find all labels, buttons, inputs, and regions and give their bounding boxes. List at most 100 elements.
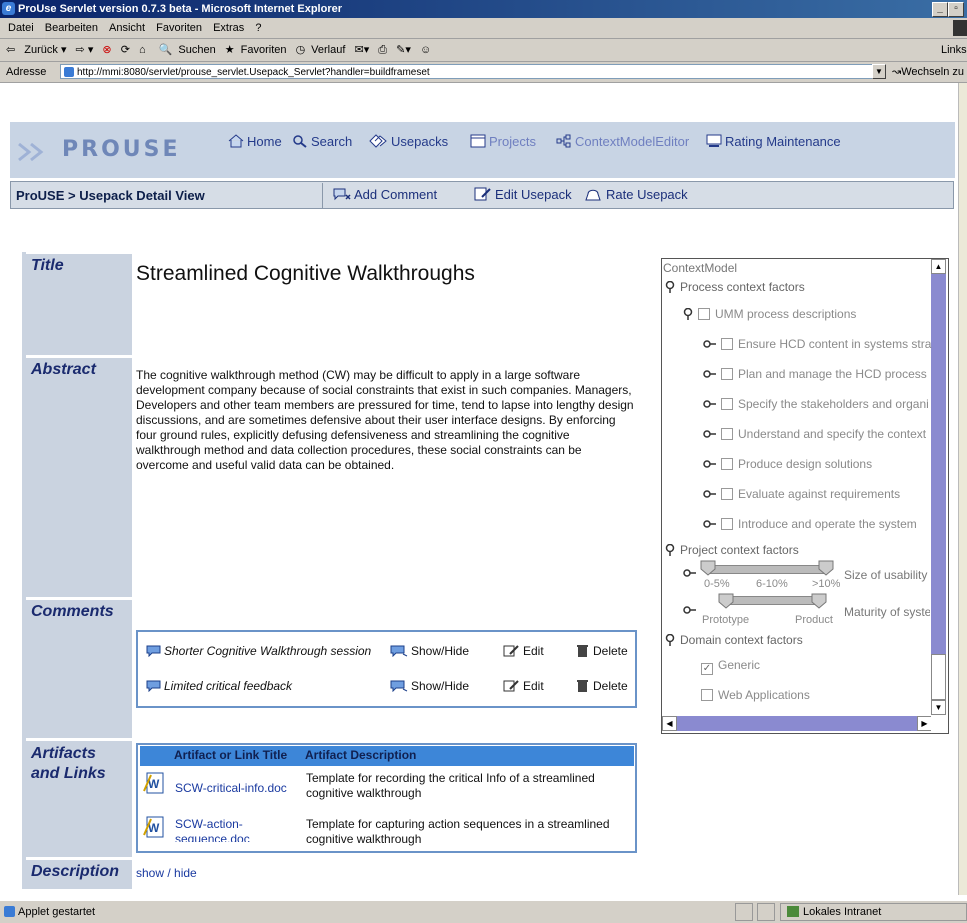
comment-show-hide-button[interactable]: Show/Hide — [390, 644, 469, 658]
size-tick: 6-10% — [756, 578, 788, 590]
app-logo[interactable]: PROUSE — [62, 137, 181, 162]
scroll-thumb[interactable] — [931, 654, 946, 700]
tree-leaf[interactable]: Introduce and operate the system — [703, 517, 917, 531]
tree-leaf[interactable]: Specify the stakeholders and organi — [703, 397, 929, 411]
nav-projects[interactable]: Projects — [470, 134, 536, 149]
nav-search[interactable]: Search — [292, 134, 352, 149]
checkbox[interactable] — [721, 338, 733, 350]
checkbox[interactable] — [698, 308, 710, 320]
history-label: Verlauf — [311, 44, 346, 56]
nav-rating-maintenance[interactable]: Rating Maintenance — [706, 134, 841, 149]
comment-title[interactable]: Shorter Cognitive Walkthrough session — [146, 644, 371, 658]
stop-icon[interactable]: ⊗ — [102, 44, 111, 56]
messenger-icon[interactable]: ☺ — [420, 44, 431, 56]
slider-thumb-left[interactable] — [700, 560, 716, 576]
rate-usepack-label: Rate Usepack — [606, 187, 688, 202]
print-icon[interactable]: ⎙ — [378, 44, 387, 56]
tree-node-process[interactable]: Process context factors — [665, 280, 805, 294]
tree-leaf[interactable]: Understand and specify the context — [703, 427, 926, 441]
tree-leaf-web-applications[interactable]: Web Applications — [701, 688, 810, 702]
comment-delete-button[interactable]: Delete — [575, 679, 628, 693]
word-document-icon: W — [143, 772, 164, 794]
artifact-link[interactable]: SCW-critical-info.doc — [175, 781, 287, 796]
refresh-icon[interactable]: ⟳ — [121, 44, 130, 56]
checkbox[interactable] — [701, 689, 713, 701]
comment-title-text: Shorter Cognitive Walkthrough session — [164, 644, 372, 658]
edit-icon[interactable]: ✎▾ — [396, 44, 411, 56]
scroll-left-button[interactable]: ◀ — [662, 716, 677, 731]
slider-thumb-left[interactable] — [718, 593, 734, 609]
search-button[interactable]: 🔍 Suchen — [159, 44, 216, 56]
menu-bearbeiten[interactable]: Bearbeiten — [45, 22, 98, 34]
column-header-title: Artifact or Link Title — [174, 748, 288, 762]
comment-edit-button[interactable]: Edit — [503, 679, 544, 693]
comment-show-hide-button[interactable]: Show/Hide — [390, 679, 469, 693]
nav-home[interactable]: Home — [228, 134, 282, 149]
show-hide-icon — [390, 680, 408, 692]
size-tick: >10% — [812, 578, 841, 590]
tree-node-project[interactable]: Project context factors — [665, 543, 799, 557]
edit-usepack-button[interactable]: Edit Usepack — [474, 187, 572, 202]
rate-usepack-icon — [585, 189, 601, 201]
checkbox[interactable] — [721, 428, 733, 440]
scroll-right-button[interactable]: ▶ — [917, 716, 932, 731]
mail-icon[interactable]: ✉▾ — [354, 44, 369, 56]
menu-ansicht[interactable]: Ansicht — [109, 22, 145, 34]
checkbox[interactable] — [721, 458, 733, 470]
tree-leaf[interactable]: Produce design solutions — [703, 457, 872, 471]
pin-icon — [665, 634, 675, 646]
links-label[interactable]: Links — [941, 39, 967, 61]
menu-datei[interactable]: Datei — [8, 22, 34, 34]
minimize-button[interactable]: _ — [932, 2, 948, 17]
checkbox[interactable] — [721, 518, 733, 530]
checkbox[interactable] — [721, 488, 733, 500]
menu-help[interactable]: ? — [255, 22, 261, 34]
checkbox[interactable] — [721, 398, 733, 410]
history-button[interactable]: ◷ Verlauf — [296, 44, 346, 56]
favorites-button[interactable]: ★ Favoriten — [225, 44, 287, 56]
maximize-button[interactable]: ▫ — [948, 2, 964, 17]
menu-favoriten[interactable]: Favoriten — [156, 22, 202, 34]
nav-context-model-editor[interactable]: ContextModelEditor — [556, 134, 689, 149]
comment-title[interactable]: Limited critical feedback — [146, 679, 292, 693]
scroll-down-button[interactable]: ▼ — [931, 700, 946, 715]
go-button[interactable]: ↝Wechseln zu — [892, 62, 964, 82]
comment-delete-button[interactable]: Delete — [575, 644, 628, 658]
checkbox-checked[interactable]: ✓ — [701, 663, 713, 675]
artifact-link[interactable]: SCW-action- sequence.doc — [175, 817, 250, 842]
nav-rating-maintenance-label: Rating Maintenance — [725, 134, 841, 149]
tree-leaf[interactable]: Ensure HCD content in systems stra — [703, 337, 931, 351]
address-input[interactable]: http://mmi:8080/servlet/prouse_servlet.U… — [60, 64, 880, 79]
checkbox[interactable] — [721, 368, 733, 380]
projects-icon — [470, 134, 486, 148]
tree-leaf-generic[interactable]: ✓ Generic — [701, 658, 760, 675]
description-toggle-link[interactable]: show / hide — [136, 866, 197, 880]
size-slider-track[interactable] — [706, 565, 828, 574]
nav-usepacks[interactable]: Usepacks — [368, 134, 448, 149]
slider-thumb-right[interactable] — [811, 593, 827, 609]
maturity-slider-track[interactable] — [724, 596, 822, 605]
status-pane — [757, 903, 775, 921]
menu-extras[interactable]: Extras — [213, 22, 244, 34]
address-dropdown-button[interactable]: ▼ — [872, 64, 886, 79]
tree-leaf[interactable]: Evaluate against requirements — [703, 487, 900, 501]
edit-label: Edit — [523, 644, 544, 658]
home-icon[interactable]: ⌂ — [139, 44, 146, 56]
page-scrollbar[interactable] — [958, 83, 967, 895]
rate-usepack-button[interactable]: Rate Usepack — [585, 187, 688, 202]
context-model-horizontal-scrollbar[interactable]: ◀ ▶ — [662, 716, 932, 731]
forward-button[interactable]: ⇨ ▾ — [76, 44, 94, 56]
zone-text: Lokales Intranet — [803, 906, 882, 918]
tree-node-label: Project context factors — [680, 543, 799, 557]
comment-edit-button[interactable]: Edit — [503, 644, 544, 658]
back-button[interactable]: ⇦ Zurück ▾ — [6, 44, 66, 56]
slider-thumb-right[interactable] — [818, 560, 834, 576]
add-comment-button[interactable]: Add Comment — [333, 187, 437, 202]
tree-node-domain[interactable]: Domain context factors — [665, 633, 803, 647]
edit-icon — [503, 680, 519, 692]
key-icon — [703, 400, 716, 408]
tree-node-umm[interactable]: UMM process descriptions — [683, 307, 856, 321]
context-model-vertical-scrollbar[interactable]: ▲ ▼ — [931, 259, 946, 715]
tree-leaf[interactable]: Plan and manage the HCD process — [703, 367, 927, 381]
scroll-up-button[interactable]: ▲ — [931, 259, 946, 274]
